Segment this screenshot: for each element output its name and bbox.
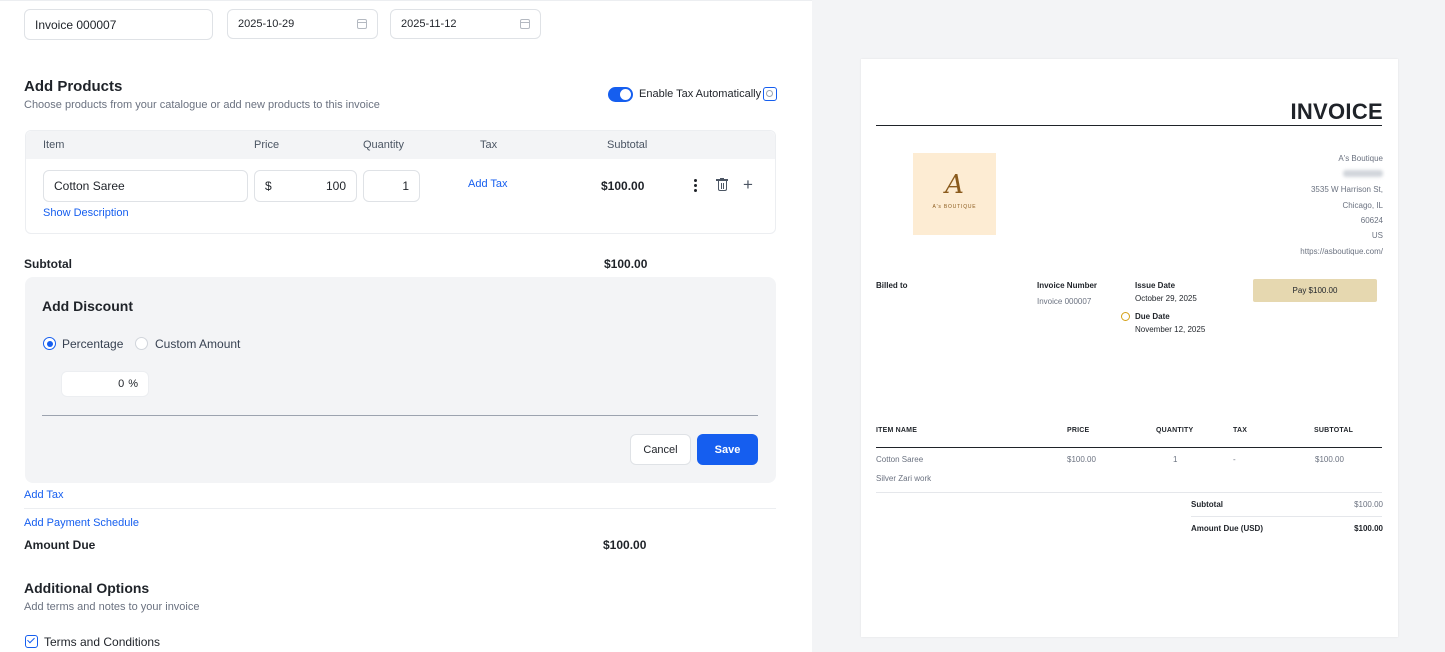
enable-tax-toggle[interactable] bbox=[608, 87, 633, 102]
add-products-title: Add Products bbox=[24, 78, 123, 95]
preview-col-subtotal: SUBTOTAL bbox=[1314, 427, 1354, 434]
preview-subtotal-label: Subtotal bbox=[1191, 500, 1223, 509]
issue-date-label: Issue Date bbox=[1135, 281, 1176, 290]
invoice-number-label: Invoice Number bbox=[1037, 281, 1098, 290]
percentage-label: Percentage bbox=[62, 337, 124, 351]
currency-symbol: $ bbox=[265, 179, 272, 193]
price-value: 100 bbox=[325, 179, 346, 193]
preview-item-price: $100.00 bbox=[1067, 455, 1096, 464]
preview-subtotal-value: $100.00 bbox=[1354, 500, 1383, 509]
item-rule bbox=[876, 492, 1382, 493]
subtotal-label: Subtotal bbox=[24, 257, 72, 271]
item-name-value: Cotton Saree bbox=[54, 179, 125, 193]
custom-amount-radio[interactable] bbox=[135, 337, 148, 350]
address-line-3: 60624 bbox=[1360, 216, 1383, 225]
price-input[interactable]: $ 100 bbox=[254, 170, 357, 202]
cancel-button[interactable]: Cancel bbox=[630, 434, 691, 465]
additional-options-subtitle: Add terms and notes to your invoice bbox=[24, 601, 200, 613]
preview-item-name: Cotton Saree bbox=[876, 455, 924, 464]
terms-label: Terms and Conditions bbox=[44, 635, 161, 649]
preview-col-tax: TAX bbox=[1233, 427, 1248, 434]
col-tax: Tax bbox=[480, 139, 498, 151]
preview-amount-due-value: $100.00 bbox=[1354, 524, 1383, 533]
logo-letter: A bbox=[945, 170, 964, 200]
company-website: https://asboutique.com/ bbox=[1300, 247, 1383, 256]
amount-due-label: Amount Due bbox=[24, 538, 96, 552]
preview-col-price: PRICE bbox=[1067, 427, 1090, 434]
add-products-subtitle: Choose products from your catalogue or a… bbox=[24, 99, 380, 111]
additional-options-title: Additional Options bbox=[24, 580, 150, 596]
item-name-input[interactable]: Cotton Saree bbox=[43, 170, 248, 202]
invoice-number-value: Invoice 000007 bbox=[1037, 297, 1092, 306]
info-icon[interactable] bbox=[763, 87, 777, 101]
preview-item-tax: - bbox=[1233, 455, 1236, 464]
discount-unit: % bbox=[128, 378, 138, 390]
subtotal-value: $100.00 bbox=[604, 257, 648, 271]
address-line-1: 3535 W Harrison St, bbox=[1310, 185, 1383, 194]
preview-col-item: ITEM NAME bbox=[876, 427, 918, 434]
col-price: Price bbox=[254, 139, 280, 151]
col-subtotal: Subtotal bbox=[607, 139, 648, 151]
invoice-title-value: Invoice 000007 bbox=[35, 17, 117, 32]
enable-tax-label: Enable Tax Automatically bbox=[639, 88, 762, 100]
address-line-2: Chicago, IL bbox=[1342, 201, 1383, 210]
company-name: A's Boutique bbox=[1338, 154, 1383, 163]
issue-date-value: October 29, 2025 bbox=[1135, 294, 1197, 303]
blurred-phone bbox=[1343, 170, 1383, 177]
col-quantity: Quantity bbox=[363, 139, 404, 151]
add-tax-link[interactable]: Add Tax bbox=[24, 489, 64, 501]
discount-value: 0 bbox=[118, 378, 125, 390]
add-payment-schedule-link[interactable]: Add Payment Schedule bbox=[24, 517, 139, 529]
preview-item-description: Silver Zari work bbox=[876, 474, 932, 483]
row-add-tax-link[interactable]: Add Tax bbox=[468, 178, 508, 190]
custom-amount-label: Custom Amount bbox=[155, 337, 241, 351]
preview-amount-due-label: Amount Due (USD) bbox=[1191, 524, 1263, 533]
due-date-value: 2025-11-12 bbox=[401, 18, 457, 30]
amount-due-value: $100.00 bbox=[603, 538, 647, 552]
invoice-heading: INVOICE bbox=[1290, 99, 1383, 124]
subtotal-rule bbox=[1191, 516, 1382, 517]
quantity-value: 1 bbox=[402, 179, 409, 193]
preview-col-quantity: QUANTITY bbox=[1156, 427, 1194, 434]
show-description-link[interactable]: Show Description bbox=[43, 207, 129, 219]
heading-rule bbox=[876, 125, 1382, 126]
more-options-icon[interactable] bbox=[692, 178, 698, 192]
clock-icon bbox=[1121, 312, 1130, 321]
discount-title: Add Discount bbox=[42, 298, 133, 314]
row-subtotal: $100.00 bbox=[601, 179, 645, 193]
calendar-icon bbox=[520, 19, 530, 29]
invoice-editor: Invoice 000007 2025-10-29 2025-11-12 Add… bbox=[0, 0, 812, 652]
preview-item-subtotal: $100.00 bbox=[1315, 455, 1344, 464]
preview-item-quantity: 1 bbox=[1173, 455, 1178, 464]
calendar-icon bbox=[357, 19, 367, 29]
address-line-4: US bbox=[1371, 231, 1383, 240]
add-row-icon[interactable]: + bbox=[743, 176, 753, 193]
col-item: Item bbox=[43, 139, 65, 151]
summary-divider bbox=[24, 508, 776, 509]
due-date-label: Due Date bbox=[1135, 312, 1170, 321]
terms-checkbox[interactable] bbox=[25, 635, 38, 648]
issue-date-value: 2025-10-29 bbox=[238, 18, 295, 30]
percentage-radio[interactable] bbox=[43, 337, 56, 350]
pay-button[interactable]: Pay $100.00 bbox=[1253, 279, 1377, 302]
issue-date-input[interactable]: 2025-10-29 bbox=[227, 9, 378, 39]
invoice-title-input[interactable]: Invoice 000007 bbox=[24, 9, 213, 40]
delete-icon[interactable] bbox=[716, 178, 728, 192]
due-date-input[interactable]: 2025-11-12 bbox=[390, 9, 541, 39]
due-date-value: November 12, 2025 bbox=[1135, 325, 1206, 334]
logo-text: A's BOUTIQUE bbox=[932, 204, 977, 210]
company-logo: A A's BOUTIQUE bbox=[913, 153, 996, 235]
billed-to-label: Billed to bbox=[876, 281, 908, 290]
discount-divider bbox=[42, 415, 758, 416]
table-header-rule bbox=[876, 447, 1382, 448]
discount-percentage-input[interactable]: 0 % bbox=[61, 371, 149, 397]
invoice-preview: INVOICE A A's BOUTIQUE A's Boutique 3535… bbox=[861, 59, 1398, 637]
save-button[interactable]: Save bbox=[697, 434, 758, 465]
quantity-input[interactable]: 1 bbox=[363, 170, 420, 202]
